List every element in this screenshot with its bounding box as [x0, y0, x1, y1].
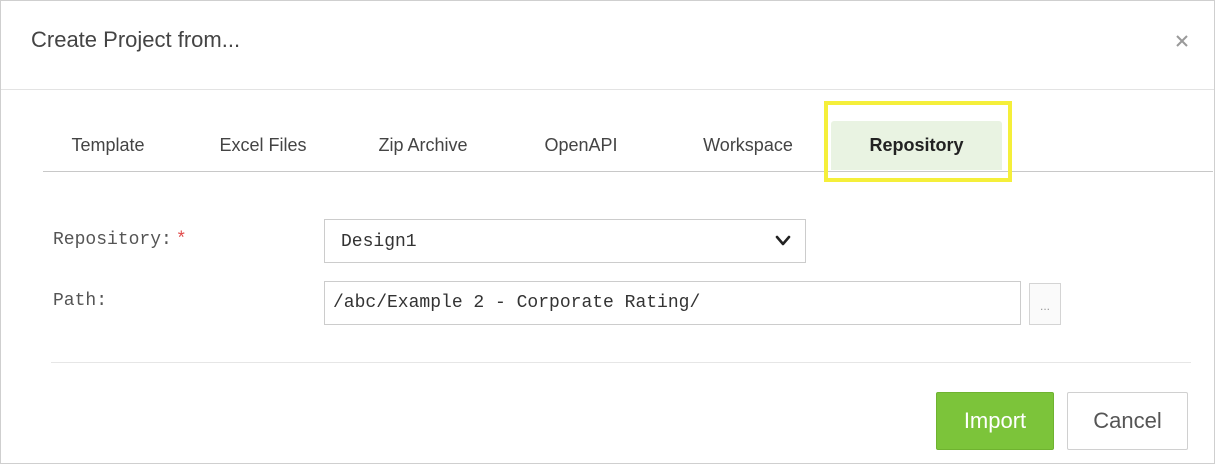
import-button[interactable]: Import [936, 392, 1054, 450]
tab-template[interactable]: Template [43, 121, 173, 170]
footer-divider [51, 362, 1191, 363]
repository-select[interactable]: Design1 [324, 219, 806, 263]
tab-repository[interactable]: Repository [831, 121, 1002, 170]
tab-bar: Template Excel Files Zip Archive OpenAPI… [43, 121, 1213, 172]
path-label: Path: [53, 291, 108, 311]
path-input[interactable] [324, 281, 1021, 325]
dialog-title: Create Project from... [31, 27, 241, 52]
tab-workspace[interactable]: Workspace [673, 121, 823, 170]
repository-label: Repository: * [53, 230, 187, 250]
tab-excel-files[interactable]: Excel Files [193, 121, 333, 170]
cancel-button[interactable]: Cancel [1067, 392, 1188, 450]
repository-label-text: Repository: [53, 230, 172, 250]
close-button[interactable] [1172, 31, 1192, 51]
tab-openapi[interactable]: OpenAPI [521, 121, 641, 170]
required-mark: * [175, 230, 187, 250]
close-icon [1176, 35, 1188, 47]
repository-select-value: Design1 [341, 232, 417, 252]
chevron-down-icon [775, 235, 791, 246]
tab-zip-archive[interactable]: Zip Archive [353, 121, 493, 170]
browse-button[interactable]: ... [1029, 283, 1061, 325]
create-project-dialog: Create Project from... Template Excel Fi… [0, 0, 1215, 464]
dialog-header: Create Project from... [1, 1, 1214, 90]
